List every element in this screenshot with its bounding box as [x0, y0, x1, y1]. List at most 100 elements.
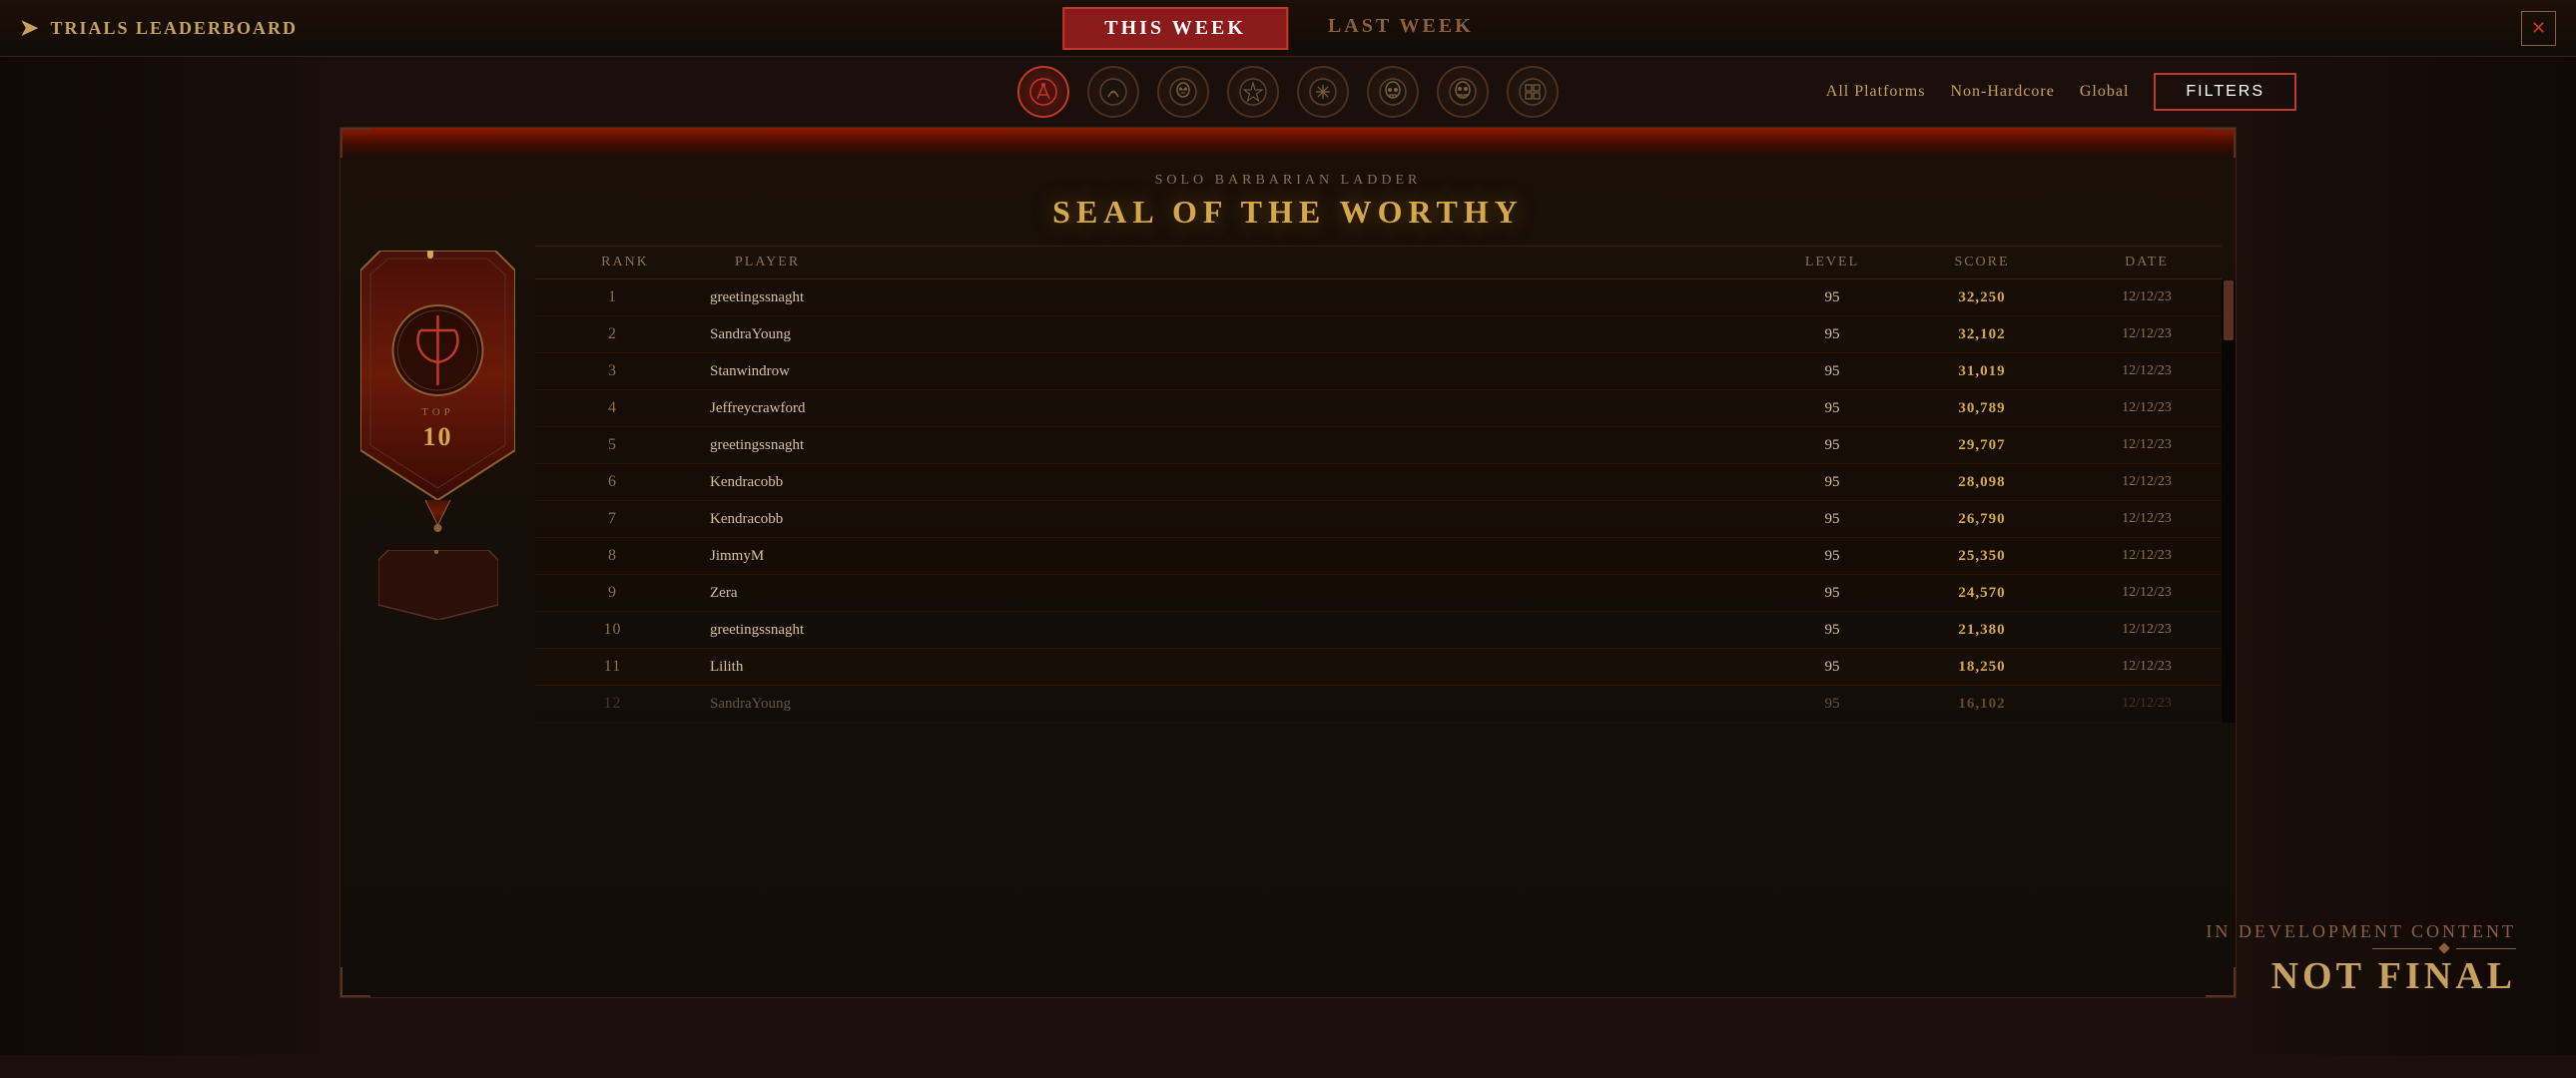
class-icon-class8[interactable] — [1507, 66, 1559, 118]
corner-decoration-bl — [340, 967, 370, 997]
this-week-tab[interactable]: THIS WEEK — [1062, 7, 1288, 50]
all-platforms-filter[interactable]: All Platforms — [1826, 83, 1926, 101]
table-row[interactable]: 8JimmyM9525,35012/12/23 — [535, 538, 2222, 575]
table-row[interactable]: 10greetingssnaght9521,38012/12/23 — [535, 612, 2222, 649]
date-cell: 12/12/23 — [2072, 548, 2222, 564]
class-icon-class7[interactable] — [1437, 66, 1489, 118]
class-icon-druid[interactable] — [1087, 66, 1139, 118]
level-cell: 95 — [1772, 437, 1892, 454]
player-cell: JimmyM — [690, 548, 1772, 565]
date-cell: 12/12/23 — [2072, 622, 2222, 638]
date-cell: 12/12/23 — [2072, 363, 2222, 379]
class-icon-necromancer[interactable] — [1157, 66, 1209, 118]
level-cell: 95 — [1772, 622, 1892, 639]
player-cell: Stanwindrow — [690, 363, 1772, 380]
table-row[interactable]: 1greetingssnaght9532,25012/12/23 — [535, 279, 2222, 316]
class-icon-class6[interactable] — [1367, 66, 1419, 118]
rank-cell: 11 — [535, 658, 690, 676]
class-icon-sorceress[interactable] — [1227, 66, 1279, 118]
leaderboard-table-body: 1greetingssnaght9532,25012/12/232SandraY… — [535, 279, 2222, 723]
score-cell: 21,380 — [1892, 622, 2072, 639]
date-cell: 12/12/23 — [2072, 400, 2222, 416]
date-column-header: Date — [2072, 255, 2222, 270]
corner-exit-icon[interactable]: ✕ — [2521, 11, 2556, 46]
table-row[interactable]: 11Lilith9518,25012/12/23 — [535, 649, 2222, 686]
score-cell: 29,707 — [1892, 437, 2072, 454]
player-cell: Jeffreycrawford — [690, 400, 1772, 417]
player-cell: Lilith — [690, 659, 1772, 676]
app-title: TRIALS LEADERBOARD — [50, 18, 298, 39]
last-week-tab[interactable]: LAST WEEK — [1288, 7, 1514, 50]
date-cell: 12/12/23 — [2072, 659, 2222, 675]
not-final-text: NOT FINAL — [2206, 954, 2516, 998]
ladder-title: SEAL OF THE WORTHY — [340, 194, 2236, 231]
class-icon-barbarian[interactable] — [1017, 66, 1069, 118]
date-cell: 12/12/23 — [2072, 437, 2222, 453]
level-column-header: Level — [1772, 255, 1892, 270]
score-cell: 32,102 — [1892, 326, 2072, 343]
score-cell: 18,250 — [1892, 659, 2072, 676]
rank-cell: 2 — [535, 325, 690, 343]
dev-content-top-text: IN DEVELOPMENT CONTENT — [2206, 921, 2516, 942]
class-icon-rogue[interactable] — [1297, 66, 1349, 118]
rank-cell: 7 — [535, 510, 690, 528]
level-cell: 95 — [1772, 289, 1892, 306]
player-column-header: Player — [715, 255, 1772, 270]
rank-cell: 4 — [535, 399, 690, 417]
score-cell: 32,250 — [1892, 289, 2072, 306]
non-hardcore-filter[interactable]: Non-Hardcore — [1950, 83, 2054, 101]
rank-cell: 9 — [535, 584, 690, 602]
right-vignette — [2237, 57, 2576, 1055]
dev-content-notice: IN DEVELOPMENT CONTENT NOT FINAL — [2206, 921, 2516, 998]
player-cell: Kendracobb — [690, 474, 1772, 491]
dev-divider-line-left — [2372, 948, 2432, 949]
week-tab-group: THIS WEEK LAST WEEK — [1062, 7, 1513, 50]
dev-divider — [2206, 944, 2516, 952]
player-cell: greetingssnaght — [690, 622, 1772, 639]
player-cell: greetingssnaght — [690, 289, 1772, 306]
level-cell: 95 — [1772, 363, 1892, 380]
rank-cell: 10 — [535, 621, 690, 639]
date-cell: 12/12/23 — [2072, 585, 2222, 601]
table-row[interactable]: 9Zera9524,57012/12/23 — [535, 575, 2222, 612]
trials-leaderboard-label: ➤ TRIALS LEADERBOARD — [0, 15, 298, 41]
arrow-icon: ➤ — [20, 15, 40, 41]
left-vignette — [0, 57, 339, 1055]
rank-column-header: Rank — [535, 255, 715, 270]
score-cell: 30,789 — [1892, 400, 2072, 417]
level-cell: 95 — [1772, 659, 1892, 676]
rank-cell: 1 — [535, 288, 690, 306]
level-cell: 95 — [1772, 474, 1892, 491]
filter-controls: All Platforms Non-Hardcore Global Filter… — [1826, 57, 2296, 127]
filters-button[interactable]: Filters — [2154, 73, 2296, 111]
table-row[interactable]: 6Kendracobb9528,09812/12/23 — [535, 464, 2222, 501]
table-row[interactable]: 2SandraYoung9532,10212/12/23 — [535, 316, 2222, 353]
dev-divider-line-right — [2456, 948, 2516, 949]
level-cell: 95 — [1772, 548, 1892, 565]
player-cell: Zera — [690, 585, 1772, 602]
score-cell: 26,790 — [1892, 511, 2072, 528]
corner-decoration-tl — [340, 128, 370, 158]
svg-text:10: 10 — [423, 422, 453, 451]
score-cell: 28,098 — [1892, 474, 2072, 491]
table-row[interactable]: 3Stanwindrow9531,01912/12/23 — [535, 353, 2222, 390]
date-cell: 12/12/23 — [2072, 326, 2222, 342]
table-row[interactable]: 4Jeffreycrawford9530,78912/12/23 — [535, 390, 2222, 427]
table-row[interactable]: 12SandraYoung9516,10212/12/23 — [535, 686, 2222, 723]
table-row[interactable]: 7Kendracobb9526,79012/12/23 — [535, 501, 2222, 538]
score-cell: 25,350 — [1892, 548, 2072, 565]
level-cell: 95 — [1772, 696, 1892, 713]
scroll-thumb[interactable] — [2224, 280, 2234, 340]
score-cell: 31,019 — [1892, 363, 2072, 380]
date-cell: 12/12/23 — [2072, 289, 2222, 305]
player-cell: SandraYoung — [690, 326, 1772, 343]
level-cell: 95 — [1772, 400, 1892, 417]
global-filter[interactable]: Global — [2080, 83, 2130, 101]
rank-cell: 12 — [535, 695, 690, 713]
rank-cell: 3 — [535, 362, 690, 380]
rank-cell: 6 — [535, 473, 690, 491]
scroll-track[interactable] — [2222, 280, 2236, 723]
table-row[interactable]: 5greetingssnaght9529,70712/12/23 — [535, 427, 2222, 464]
rank-cell: 5 — [535, 436, 690, 454]
score-cell: 16,102 — [1892, 696, 2072, 713]
